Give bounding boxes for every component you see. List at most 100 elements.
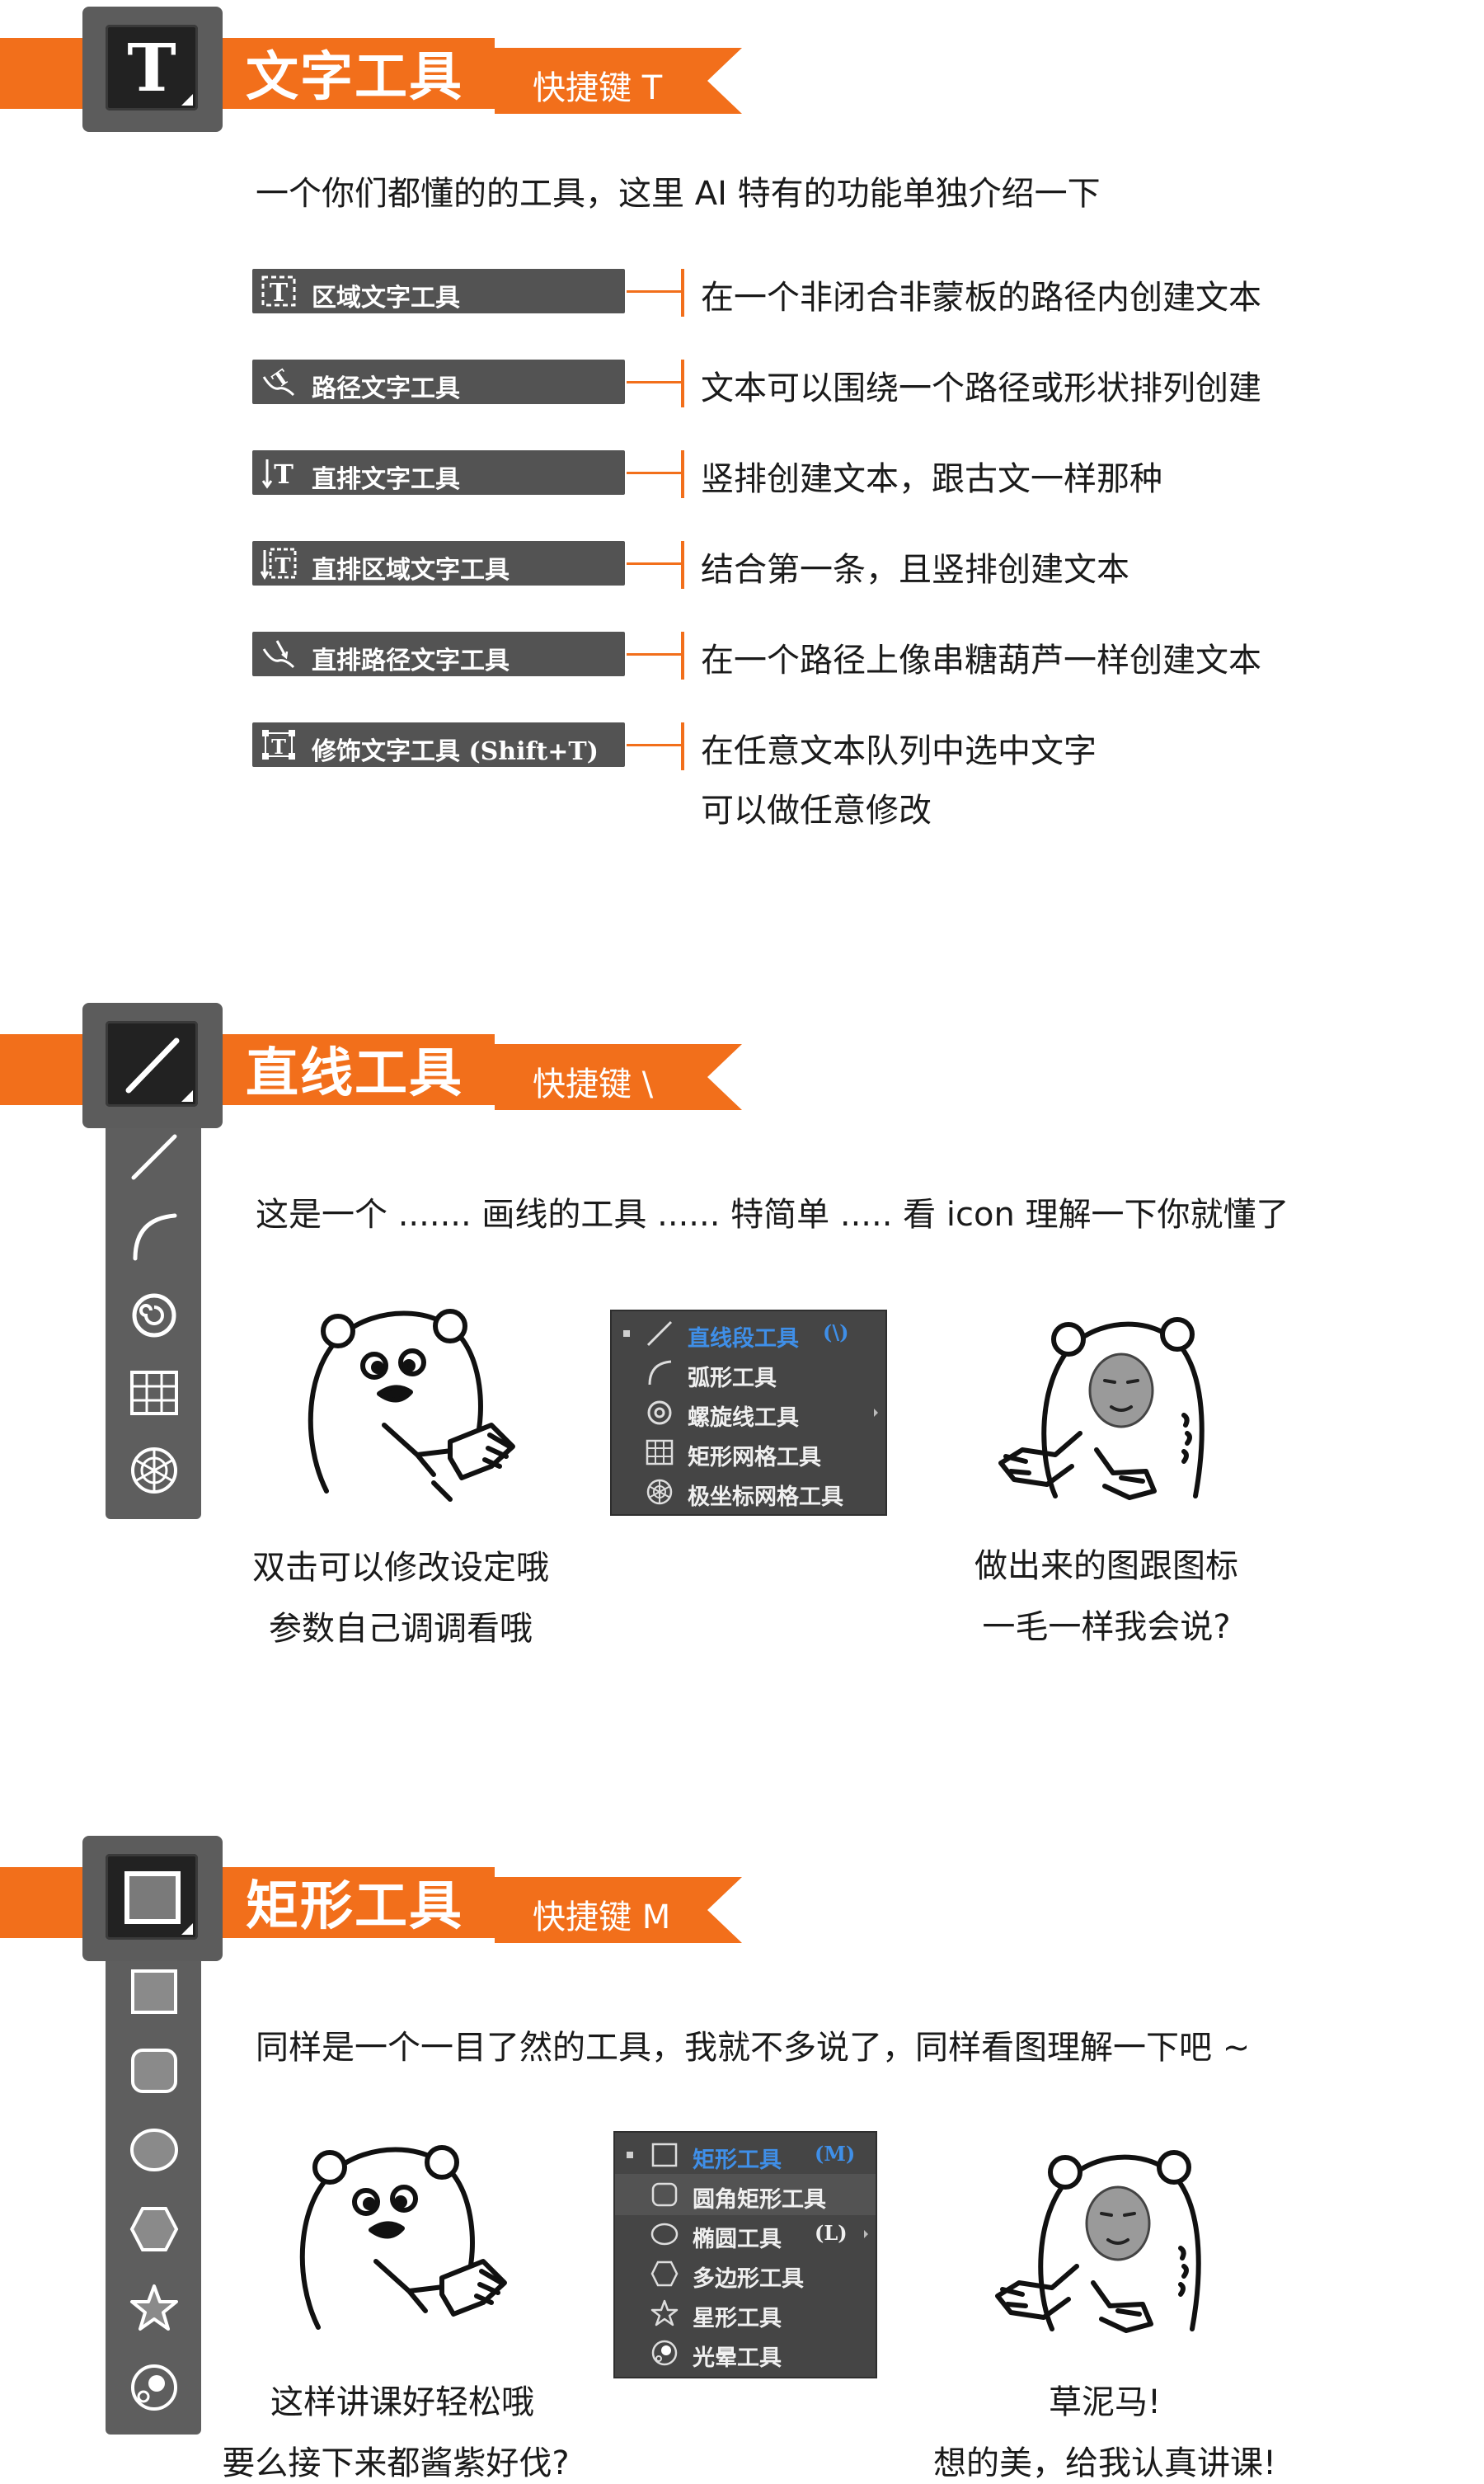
submenu-arrow-icon: [874, 1409, 878, 1417]
bear-meme-left: [308, 1309, 515, 1502]
caption-left-line1: 这样讲课好轻松哦: [270, 2383, 534, 2421]
line-tools-strip: [106, 1105, 201, 1519]
ellipse-icon[interactable]: [129, 2124, 180, 2176]
menu-item-spiral[interactable]: 螺旋线工具: [612, 1392, 885, 1433]
spiral-icon: [647, 1400, 672, 1425]
vertical-path-type-tool-button[interactable]: 直排路径文字工具: [252, 632, 625, 676]
polygon-icon: [650, 2261, 679, 2287]
shortcut-label: 快捷键 T: [533, 69, 663, 107]
submenu-arrow-icon: [864, 2230, 868, 2238]
tool-label: 区域文字工具: [312, 284, 460, 313]
connector-line: [627, 562, 683, 565]
selected-bullet: [627, 2152, 633, 2158]
menu-item-shortcut: (\): [823, 1320, 849, 1344]
section-title: 直线工具: [246, 1043, 463, 1104]
rounded-rect-icon: [651, 2182, 678, 2207]
tool-description: 在任意文本队列中选中文字: [701, 732, 1097, 770]
ellipse-icon: [650, 2223, 679, 2246]
type-tool-button[interactable]: T: [82, 7, 223, 132]
path-type-icon: T: [262, 365, 295, 397]
area-type-icon: T: [261, 275, 296, 308]
bear-meme-right: [995, 2150, 1201, 2333]
shape-tools-flyout: 矩形工具 (M) 圆角矩形工具 椭圆工具 (L) 多边形工具 星形工具 光晕工具: [613, 2131, 877, 2378]
line-tool-icon: [125, 1037, 180, 1094]
spiral-icon[interactable]: [129, 1290, 180, 1341]
menu-item-label: 螺旋线工具: [688, 1405, 799, 1431]
svg-text:T: T: [274, 459, 294, 489]
path-type-tool-button[interactable]: T 路径文字工具: [252, 360, 625, 404]
caption-right-line1: 草泥马!: [1048, 2383, 1162, 2421]
tool-label: 直排区域文字工具: [312, 556, 510, 585]
bear-meme-left: [299, 2145, 507, 2330]
tool-description: 竖排创建文本，跟古文一样那种: [701, 460, 1162, 498]
connector-bar: [681, 360, 684, 407]
rectangle-icon[interactable]: [129, 1966, 180, 2017]
connector-line: [627, 653, 683, 656]
menu-item-polygon[interactable]: 多边形工具: [615, 2253, 876, 2294]
rect-grid-icon[interactable]: [129, 1367, 180, 1418]
line-tools-flyout: 直线段工具 (\) 弧形工具 螺旋线工具 矩形网格工具 极坐标网格工具: [610, 1310, 887, 1516]
touch-type-icon: T: [262, 730, 295, 760]
flare-icon[interactable]: [129, 2362, 180, 2413]
touch-type-tool-button[interactable]: T 修饰文字工具 (Shift+T): [252, 722, 625, 767]
menu-item-rounded-rect[interactable]: 圆角矩形工具: [615, 2174, 876, 2215]
connector-line: [627, 472, 683, 474]
menu-item-line-segment[interactable]: 直线段工具 (\): [612, 1313, 885, 1354]
shape-tools-strip: [106, 1938, 201, 2435]
caption-right-line2: 想的美，给我认真讲课!: [932, 2444, 1277, 2482]
menu-item-label: 光晕工具: [693, 2345, 782, 2371]
menu-item-label: 矩形工具: [693, 2148, 782, 2173]
menu-item-arc[interactable]: 弧形工具: [612, 1353, 885, 1394]
menu-item-label: 星形工具: [693, 2306, 782, 2331]
svg-text:T: T: [268, 365, 294, 393]
section-title: 矩形工具: [246, 1876, 463, 1937]
menu-item-flare[interactable]: 光晕工具: [615, 2332, 876, 2373]
rectangle-tool-button[interactable]: [82, 1836, 223, 1961]
flare-icon: [651, 2340, 678, 2366]
tool-description-line2: 可以做任意修改: [701, 792, 932, 830]
arc-icon: [648, 1360, 672, 1385]
menu-item-label: 矩形网格工具: [688, 1445, 821, 1470]
area-type-tool-button[interactable]: T 区域文字工具: [252, 269, 625, 313]
line-segment-icon[interactable]: [129, 1131, 180, 1183]
caption-right-line2: 一毛一样我会说?: [982, 1608, 1231, 1646]
menu-item-rectangle[interactable]: 矩形工具 (M): [615, 2134, 876, 2176]
rectangle-icon: [651, 2143, 678, 2167]
connector-line: [627, 290, 683, 293]
vertical-path-type-icon: [262, 640, 295, 669]
rect-grid-icon: [646, 1439, 674, 1465]
star-icon: [650, 2299, 679, 2326]
polar-grid-icon: [646, 1479, 673, 1505]
vertical-area-type-tool-button[interactable]: T 直排区域文字工具: [252, 541, 625, 586]
flyout-indicator-icon: [181, 1090, 193, 1102]
tool-label: 路径文字工具: [312, 374, 460, 403]
type-tool-icon: T: [127, 29, 176, 106]
rectangle-tool-icon: [124, 1871, 181, 1924]
connector-line: [627, 381, 683, 383]
menu-item-ellipse[interactable]: 椭圆工具 (L): [615, 2213, 876, 2255]
shortcut-label: 快捷键 \: [533, 1066, 654, 1103]
selected-bullet: [623, 1330, 630, 1337]
menu-item-shortcut: (L): [815, 2221, 848, 2245]
section-intro: 这是一个 ....... 画线的工具 ...... 特简单 ..... 看 ic…: [256, 1196, 1289, 1234]
tool-description: 文本可以围绕一个路径或形状排列创建: [701, 369, 1261, 407]
menu-item-shortcut: (M): [815, 2142, 856, 2166]
caption-right-line1: 做出来的图跟图标: [974, 1547, 1238, 1585]
polar-grid-icon[interactable]: [129, 1445, 180, 1496]
menu-item-label: 直线段工具: [688, 1326, 799, 1352]
menu-item-label: 多边形工具: [693, 2266, 804, 2292]
connector-bar: [681, 269, 684, 317]
star-icon[interactable]: [129, 2283, 180, 2334]
menu-item-star[interactable]: 星形工具: [615, 2293, 876, 2334]
polygon-icon[interactable]: [129, 2204, 180, 2255]
arc-icon[interactable]: [129, 1211, 180, 1262]
connector-bar: [681, 450, 684, 498]
tool-description: 结合第一条，且竖排创建文本: [701, 551, 1129, 589]
rounded-rect-icon[interactable]: [129, 2045, 180, 2096]
shortcut-label: 快捷键 M: [533, 1898, 671, 1936]
line-tool-button[interactable]: [82, 1003, 223, 1128]
tool-description: 在一个非闭合非蒙板的路径内创建文本: [701, 279, 1261, 317]
menu-item-polar-grid[interactable]: 极坐标网格工具: [612, 1471, 885, 1513]
menu-item-rect-grid[interactable]: 矩形网格工具: [612, 1432, 885, 1473]
vertical-type-tool-button[interactable]: T 直排文字工具: [252, 450, 625, 495]
